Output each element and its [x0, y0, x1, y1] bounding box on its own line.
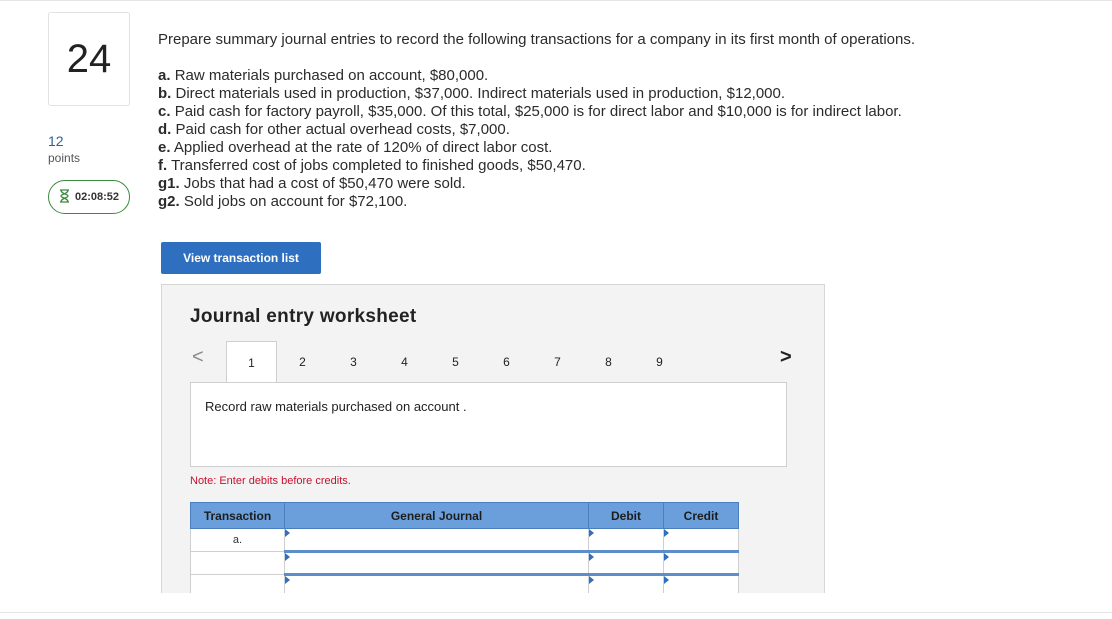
table-row	[190, 574, 739, 593]
journal-entry-worksheet: Journal entry worksheet < 1 2 3 4 5 6 7 …	[161, 284, 825, 593]
top-divider	[0, 0, 1112, 1]
transaction-list: a. Raw materials purchased on account, $…	[158, 67, 902, 211]
column-header-general-journal: General Journal	[284, 502, 589, 529]
transaction-item: c. Paid cash for factory payroll, $35,00…	[158, 103, 902, 120]
points-label: points	[48, 151, 81, 165]
debit-input[interactable]	[588, 574, 664, 593]
debit-input[interactable]	[588, 551, 664, 576]
transaction-item: d. Paid cash for other actual overhead c…	[158, 121, 510, 138]
hourglass-icon	[59, 188, 70, 206]
tab-4[interactable]: 4	[379, 341, 430, 382]
column-header-debit: Debit	[588, 502, 664, 529]
table-row	[190, 551, 739, 576]
tab-2[interactable]: 2	[277, 341, 328, 382]
account-input[interactable]	[284, 574, 589, 593]
problem-prompt: Prepare summary journal entries to recor…	[158, 31, 916, 48]
points-value: 12	[48, 133, 64, 149]
journal-table: Transaction General Journal Debit Credit…	[190, 502, 739, 593]
tab-3[interactable]: 3	[328, 341, 379, 382]
transaction-item: g2. Sold jobs on account for $72,100.	[158, 193, 408, 210]
view-transaction-list-button[interactable]: View transaction list	[161, 242, 321, 274]
column-header-transaction: Transaction	[190, 502, 285, 529]
debit-credit-note: Note: Enter debits before credits.	[190, 475, 351, 487]
prev-arrow-icon[interactable]: <	[192, 346, 204, 369]
question-number: 24	[48, 12, 130, 106]
tab-7[interactable]: 7	[532, 341, 583, 382]
transaction-item: g1. Jobs that had a cost of $50,470 were…	[158, 175, 466, 192]
credit-input[interactable]	[663, 574, 739, 593]
entry-description-box: Record raw materials purchased on accoun…	[190, 382, 787, 467]
bottom-divider	[0, 612, 1112, 613]
transaction-cell: a.	[190, 528, 285, 552]
tab-1[interactable]: 1	[226, 341, 277, 383]
timer-badge[interactable]: 02:08:52	[48, 180, 130, 214]
tab-9[interactable]: 9	[634, 341, 685, 382]
tab-8[interactable]: 8	[583, 341, 634, 382]
worksheet-title: Journal entry worksheet	[190, 306, 417, 327]
debit-input[interactable]	[588, 528, 664, 553]
entry-description: Record raw materials purchased on accoun…	[205, 399, 467, 414]
worksheet-tabs: 1 2 3 4 5 6 7 8 9	[226, 341, 685, 383]
timer-text: 02:08:52	[75, 191, 120, 203]
column-header-credit: Credit	[663, 502, 739, 529]
transaction-cell	[190, 574, 285, 593]
transaction-cell	[190, 551, 285, 575]
next-arrow-icon[interactable]: >	[780, 346, 792, 369]
tab-6[interactable]: 6	[481, 341, 532, 382]
table-row: a.	[190, 528, 739, 553]
transaction-item: f. Transferred cost of jobs completed to…	[158, 157, 586, 174]
transaction-item: e. Applied overhead at the rate of 120% …	[158, 139, 553, 156]
credit-input[interactable]	[663, 528, 739, 553]
account-input[interactable]	[284, 551, 589, 576]
transaction-item: a. Raw materials purchased on account, $…	[158, 67, 489, 84]
tab-5[interactable]: 5	[430, 341, 481, 382]
account-input[interactable]	[284, 528, 589, 553]
credit-input[interactable]	[663, 551, 739, 576]
transaction-item: b. Direct materials used in production, …	[158, 85, 786, 102]
